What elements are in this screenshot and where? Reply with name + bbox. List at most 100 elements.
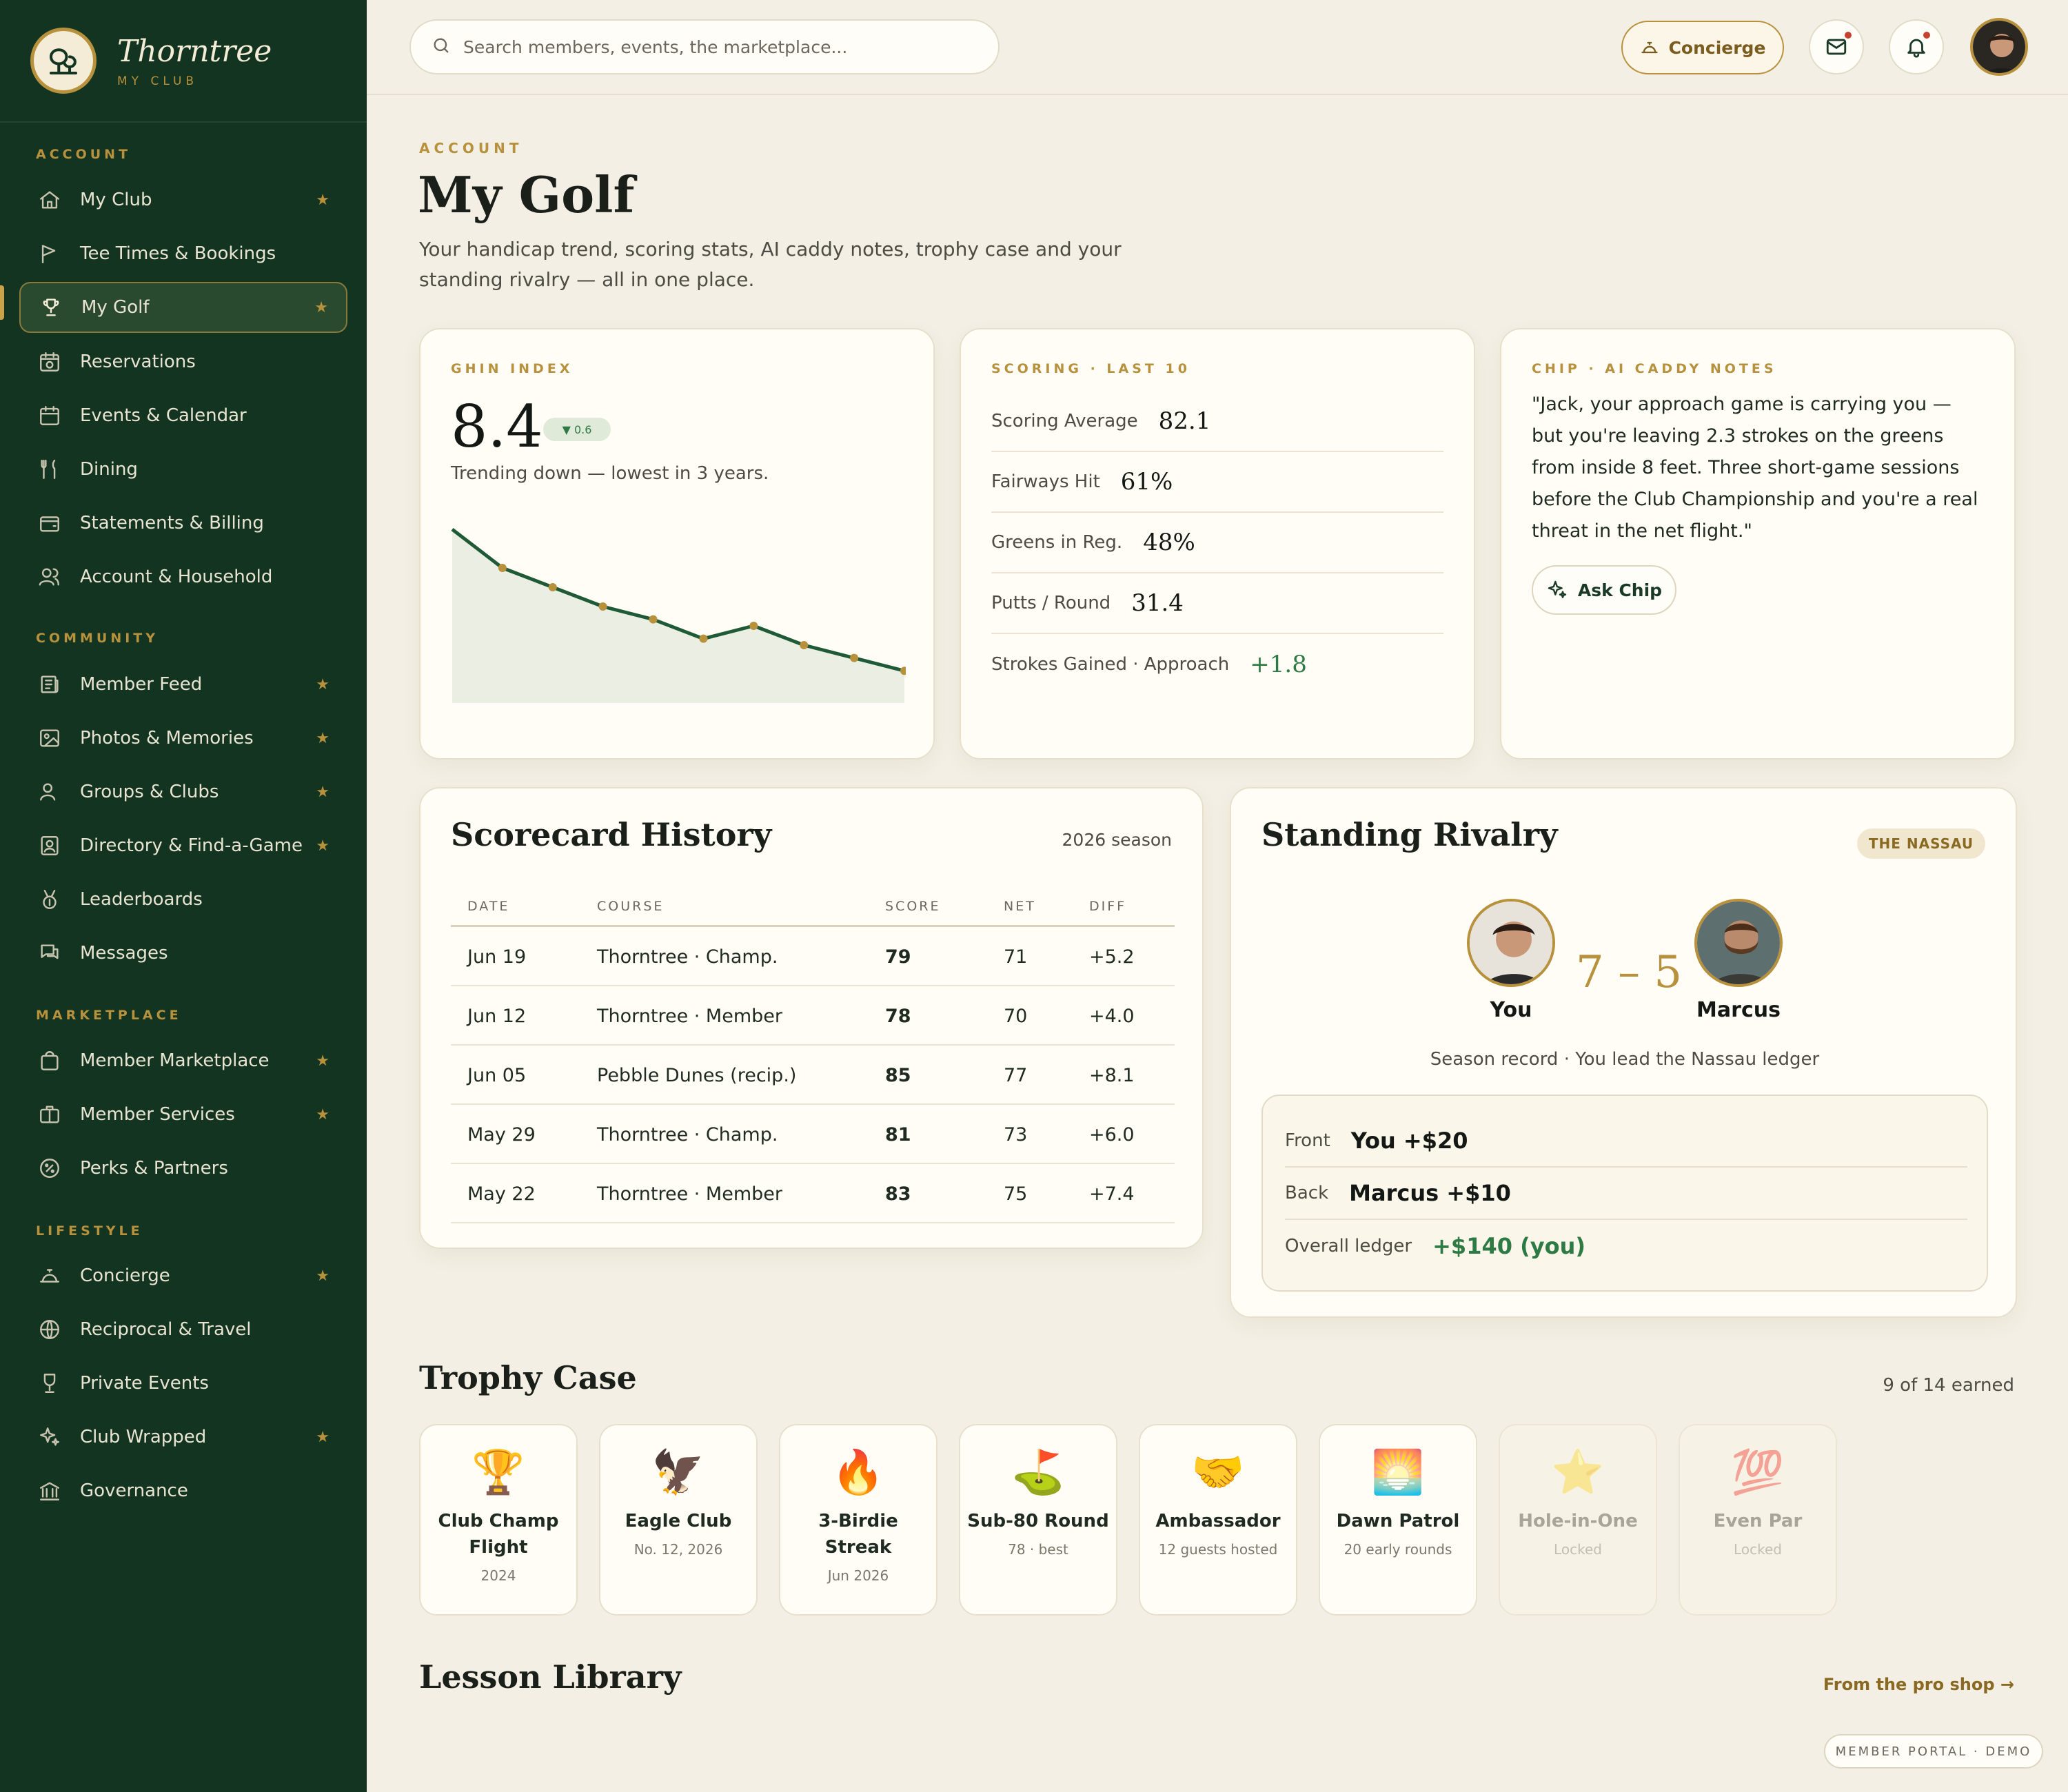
sidebar-item-label: Leaderboards — [80, 889, 203, 910]
ledger-row-overall: Overall ledger +$140 (you) — [1285, 1220, 1967, 1272]
sidebar-item-perks-partners[interactable]: Perks & Partners — [19, 1143, 347, 1194]
cell-diff: +6.0 — [1089, 1124, 1135, 1146]
trophy-name: Ambassador — [1155, 1511, 1281, 1531]
sidebar-item-label: Events & Calendar — [80, 405, 247, 426]
cell-score: 78 — [885, 1006, 911, 1027]
messages-button[interactable] — [1809, 19, 1864, 74]
favorite-star-icon[interactable]: ★ — [316, 1267, 330, 1285]
favorite-star-icon[interactable]: ★ — [316, 1106, 330, 1123]
trophy-card[interactable]: 🔥 3-Birdie Streak Jun 2026 — [779, 1424, 937, 1616]
trend-point[interactable] — [800, 641, 809, 649]
bell-service-icon — [1640, 38, 1659, 57]
sidebar-item-my-golf[interactable]: My Golf ★ — [19, 282, 347, 333]
sidebar-item-concierge[interactable]: Concierge ★ — [19, 1250, 347, 1301]
stat-row: Strokes Gained · Approach +1.8 — [991, 634, 1443, 695]
table-row[interactable]: May 29 Thorntree · Champ. 81 73 +6.0 — [451, 1105, 1175, 1164]
tree-logo-icon — [30, 28, 97, 94]
handicap-trend-chart — [451, 528, 906, 703]
cell-date: Jun 19 — [467, 946, 527, 968]
favorite-star-icon[interactable]: ★ — [314, 299, 328, 316]
sidebar-item-label: Member Services — [80, 1104, 235, 1125]
trend-point[interactable] — [699, 634, 708, 643]
sidebar-item-private-events[interactable]: Private Events — [19, 1358, 347, 1409]
sidebar-item-member-feed[interactable]: Member Feed ★ — [19, 659, 347, 710]
cell-course: Thorntree · Champ. — [597, 1124, 778, 1146]
sidebar-item-photos-memories[interactable]: Photos & Memories ★ — [19, 713, 347, 764]
col-header-net: NET — [1004, 899, 1036, 914]
sidebar-item-member-services[interactable]: Member Services ★ — [19, 1089, 347, 1140]
concierge-button[interactable]: Concierge — [1621, 21, 1784, 74]
sidebar-item-reservations[interactable]: Reservations — [19, 336, 347, 387]
favorite-star-icon[interactable]: ★ — [316, 784, 330, 801]
favorite-star-icon[interactable]: ★ — [316, 1429, 330, 1446]
trend-point[interactable] — [749, 622, 758, 630]
table-row[interactable]: Jun 19 Thorntree · Champ. 79 71 +5.2 — [451, 927, 1175, 986]
trend-point[interactable] — [498, 564, 507, 572]
favorite-star-icon[interactable]: ★ — [316, 837, 330, 855]
badge-percent-icon — [37, 1156, 62, 1181]
sidebar-item-label: Groups & Clubs — [80, 782, 219, 802]
trend-point[interactable] — [850, 653, 859, 662]
trophy-name: Sub-80 Round — [967, 1511, 1109, 1531]
brand[interactable]: Thorntree MY CLUB — [0, 0, 367, 123]
home-icon — [37, 187, 62, 212]
trophy-card[interactable]: ⛳ Sub-80 Round 78 · best — [959, 1424, 1117, 1616]
player-you-avatar[interactable] — [1467, 899, 1555, 987]
stat-label: Greens in Reg. — [991, 532, 1123, 553]
ask-chip-button[interactable]: Ask Chip — [1532, 565, 1676, 615]
search-icon — [432, 36, 451, 58]
wallet-icon — [37, 511, 62, 536]
favorite-star-icon[interactable]: ★ — [316, 192, 330, 209]
nassau-ledger: Front You +$20 Back Marcus +$10 Overall … — [1261, 1094, 1988, 1292]
stat-label: Strokes Gained · Approach — [991, 654, 1230, 675]
bell-icon — [1905, 35, 1928, 59]
trophy-card[interactable]: 🏆 Club Champ Flight 2024 — [419, 1424, 578, 1616]
trophy-detail: No. 12, 2026 — [633, 1541, 723, 1558]
trophy-card[interactable]: ⭐ Hole-in-One Locked — [1499, 1424, 1657, 1616]
trophy-card[interactable]: 🦅 Eagle Club No. 12, 2026 — [599, 1424, 758, 1616]
stat-label: Fairways Hit — [991, 471, 1100, 492]
table-row[interactable]: May 22 Thorntree · Member 83 75 +7.4 — [451, 1164, 1175, 1223]
sidebar-item-governance[interactable]: Governance — [19, 1465, 347, 1516]
sidebar-item-club-wrapped[interactable]: Club Wrapped ★ — [19, 1412, 347, 1463]
calendar-icon — [37, 403, 62, 428]
sidebar-item-messages[interactable]: Messages — [19, 928, 347, 979]
player-marcus-avatar[interactable] — [1694, 899, 1783, 987]
table-row[interactable]: Jun 12 Thorntree · Member 78 70 +4.0 — [451, 986, 1175, 1046]
sidebar-item-groups-clubs[interactable]: Groups & Clubs ★ — [19, 766, 347, 817]
sidebar-item-leaderboards[interactable]: Leaderboards — [19, 874, 347, 925]
sidebar-item-statements-billing[interactable]: Statements & Billing — [19, 498, 347, 549]
trend-point[interactable] — [649, 615, 658, 624]
sidebar-item-my-club[interactable]: My Club ★ — [19, 174, 347, 225]
sidebar-item-dining[interactable]: Dining — [19, 444, 347, 495]
sidebar-item-reciprocal-travel[interactable]: Reciprocal & Travel — [19, 1304, 347, 1355]
trophy-card[interactable]: 🌅 Dawn Patrol 20 early rounds — [1319, 1424, 1477, 1616]
search-input[interactable] — [463, 37, 973, 57]
notifications-button[interactable] — [1889, 19, 1944, 74]
users-icon — [37, 564, 62, 589]
sidebar-item-events-calendar[interactable]: Events & Calendar — [19, 390, 347, 441]
trophy-name: Hole-in-One — [1518, 1511, 1638, 1531]
user-avatar[interactable] — [1970, 18, 2028, 76]
table-row[interactable]: Jun 05 Pebble Dunes (recip.) 85 77 +8.1 — [451, 1046, 1175, 1105]
sidebar-item-member-marketplace[interactable]: Member Marketplace ★ — [19, 1035, 347, 1086]
sidebar-item-label: My Golf — [81, 297, 150, 318]
favorite-star-icon[interactable]: ★ — [316, 730, 330, 747]
pro-shop-link[interactable]: From the pro shop → — [1823, 1675, 2014, 1694]
col-header-diff: DIFF — [1089, 899, 1127, 914]
trophy-badge-icon: ⛳ — [1011, 1447, 1065, 1497]
trophy-badge-icon: 💯 — [1731, 1447, 1785, 1497]
ledger-row-front: Front You +$20 — [1285, 1115, 1967, 1168]
sidebar-item-tee-times-bookings[interactable]: Tee Times & Bookings — [19, 228, 347, 279]
stat-value: +1.8 — [1250, 651, 1307, 678]
sidebar-item-account-household[interactable]: Account & Household — [19, 551, 347, 602]
favorite-star-icon[interactable]: ★ — [316, 676, 330, 693]
trophy-card[interactable]: 🤝 Ambassador 12 guests hosted — [1139, 1424, 1297, 1616]
sidebar-item-directory-find-a-game[interactable]: Directory & Find-a-Game ★ — [19, 820, 347, 871]
ledger-label: Front — [1285, 1130, 1330, 1151]
search-bar[interactable] — [409, 19, 1000, 74]
trophy-card[interactable]: 💯 Even Par Locked — [1679, 1424, 1837, 1616]
favorite-star-icon[interactable]: ★ — [316, 1052, 330, 1070]
trend-point[interactable] — [598, 602, 607, 611]
trend-point[interactable] — [548, 583, 557, 591]
